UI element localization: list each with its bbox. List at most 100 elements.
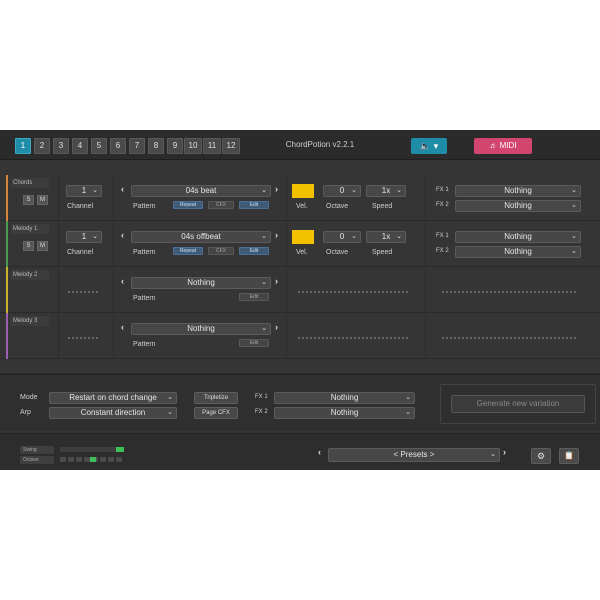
presets-dropdown[interactable]: < Presets > ⌄ [328, 448, 500, 462]
chevron-down-icon: ⌄ [490, 451, 496, 458]
divider [425, 267, 426, 313]
chevron-down-icon: ⌄ [261, 233, 267, 240]
fx1-label: FX 1 [255, 394, 268, 400]
chevron-down-icon: ⌄ [571, 233, 577, 240]
settings-placeholder [298, 291, 408, 293]
octave-label: Octave [326, 203, 349, 210]
edit-button[interactable]: Edit [239, 247, 269, 255]
octave-label: Octave [326, 249, 349, 256]
channel-label: Channel [67, 203, 94, 210]
next-pattern-arrow[interactable]: › [275, 322, 278, 332]
page-tab-12[interactable]: 12 [222, 138, 240, 154]
prev-pattern-arrow[interactable]: ‹ [121, 184, 124, 194]
repeat-button[interactable]: Repeat [173, 247, 203, 255]
page-cfx-button[interactable]: Page CFX [194, 407, 238, 419]
fx-placeholder [442, 337, 576, 339]
page-tab-3[interactable]: 3 [53, 138, 69, 154]
fx2-label: FX 2 [255, 409, 268, 415]
mute-button[interactable]: M [37, 195, 48, 205]
page-tab-1[interactable]: 1 [15, 138, 31, 154]
volume-button[interactable]: 🔈 ▾ [411, 138, 447, 154]
page-tab-5[interactable]: 5 [91, 138, 107, 154]
fx1-dropdown[interactable]: Nothing ⌄ [455, 185, 581, 197]
octave-value: 0 [339, 186, 345, 195]
octave-dropdown[interactable]: 0 ⌄ [323, 185, 361, 197]
speed-dropdown[interactable]: 1x ⌄ [366, 185, 406, 197]
edit-button[interactable]: Edit [239, 293, 269, 301]
global-fx1-value: Nothing [330, 393, 359, 402]
divider [113, 267, 114, 313]
page-tab-10[interactable]: 10 [184, 138, 202, 154]
octave-dropdown[interactable]: 0 ⌄ [323, 231, 361, 243]
page-tab-9[interactable]: 9 [167, 138, 183, 154]
pattern-dropdown[interactable]: Nothing ⌄ [131, 277, 271, 289]
speed-value: 1x [381, 232, 391, 241]
arp-label: Arp [20, 409, 31, 416]
chevron-down-icon: ⌄ [571, 187, 577, 194]
edit-button[interactable]: Edit [239, 201, 269, 209]
swing-meter[interactable] [60, 447, 124, 452]
page-tab-7[interactable]: 7 [129, 138, 145, 154]
page-tab-11[interactable]: 11 [203, 138, 221, 154]
tripletize-button[interactable]: Tripletize [194, 392, 238, 404]
prev-pattern-arrow[interactable]: ‹ [121, 322, 124, 332]
solo-button[interactable]: S [23, 241, 34, 251]
gear-icon[interactable]: ⚙ [531, 448, 551, 464]
velocity-label: Vel. [296, 203, 308, 210]
track-name: Chords [11, 178, 49, 188]
fx1-dropdown[interactable]: Nothing ⌄ [455, 231, 581, 243]
next-pattern-arrow[interactable]: › [275, 276, 278, 286]
divider [286, 175, 287, 221]
velocity-swatch[interactable] [292, 184, 314, 198]
pattern-value: 04s offbeat [181, 232, 221, 241]
pattern-value: 04s beat [185, 186, 217, 195]
cfx-button[interactable]: CFX [208, 201, 234, 209]
fx2-dropdown[interactable]: Nothing ⌄ [455, 246, 581, 258]
pattern-label: Pattern [133, 295, 156, 302]
next-pattern-arrow[interactable]: › [275, 184, 278, 194]
arp-dropdown[interactable]: Constant direction ⌄ [49, 407, 177, 419]
channel-dropdown[interactable]: 1 ⌄ [66, 185, 102, 197]
edit-button[interactable]: Edit [239, 339, 269, 347]
mode-value: Restart on chord change [69, 393, 157, 402]
generate-variation-button[interactable]: Generate new variation [451, 395, 585, 413]
octave-meter[interactable] [60, 457, 124, 462]
page-tab-2[interactable]: 2 [34, 138, 50, 154]
next-preset-arrow[interactable]: › [503, 447, 506, 457]
footer-bar: Swing Octave ‹ < Presets > ⌄ › ⚙ 📋 [0, 433, 600, 470]
prev-preset-arrow[interactable]: ‹ [318, 447, 321, 457]
midi-button[interactable]: ♬ MIDI [474, 138, 532, 154]
arp-value: Constant direction [80, 408, 146, 417]
solo-button[interactable]: S [23, 195, 34, 205]
velocity-label: Vel. [296, 249, 308, 256]
global-fx1-dropdown[interactable]: Nothing ⌄ [274, 392, 415, 404]
pattern-dropdown[interactable]: 04s offbeat ⌄ [131, 231, 271, 243]
pattern-label: Pattern [133, 203, 156, 210]
next-pattern-arrow[interactable]: › [275, 230, 278, 240]
track-color-stripe [6, 221, 8, 267]
fx2-dropdown[interactable]: Nothing ⌄ [455, 200, 581, 212]
cfx-button[interactable]: CFX [208, 247, 234, 255]
velocity-swatch[interactable] [292, 230, 314, 244]
prev-pattern-arrow[interactable]: ‹ [121, 230, 124, 240]
repeat-button[interactable]: Repeat [173, 201, 203, 209]
settings-placeholder [298, 337, 408, 339]
prev-pattern-arrow[interactable]: ‹ [121, 276, 124, 286]
channel-dropdown[interactable]: 1 ⌄ [66, 231, 102, 243]
channel-value: 1 [81, 186, 87, 195]
fx2-label: FX 2 [436, 248, 449, 254]
pattern-dropdown[interactable]: 04s beat ⌄ [131, 185, 271, 197]
mode-dropdown[interactable]: Restart on chord change ⌄ [49, 392, 177, 404]
pattern-dropdown[interactable]: Nothing ⌄ [131, 323, 271, 335]
track-melody-2: Melody 2 ‹ Nothing ⌄ › Pattern Edit [0, 267, 600, 313]
clipboard-icon[interactable]: 📋 [559, 448, 579, 464]
divider [113, 221, 114, 267]
mute-button[interactable]: M [37, 241, 48, 251]
page-tab-6[interactable]: 6 [110, 138, 126, 154]
page-tab-8[interactable]: 8 [148, 138, 164, 154]
chevron-down-icon: ⌄ [167, 409, 173, 416]
page-tab-4[interactable]: 4 [72, 138, 88, 154]
fx2-label: FX 2 [436, 202, 449, 208]
global-fx2-dropdown[interactable]: Nothing ⌄ [274, 407, 415, 419]
speed-dropdown[interactable]: 1x ⌄ [366, 231, 406, 243]
